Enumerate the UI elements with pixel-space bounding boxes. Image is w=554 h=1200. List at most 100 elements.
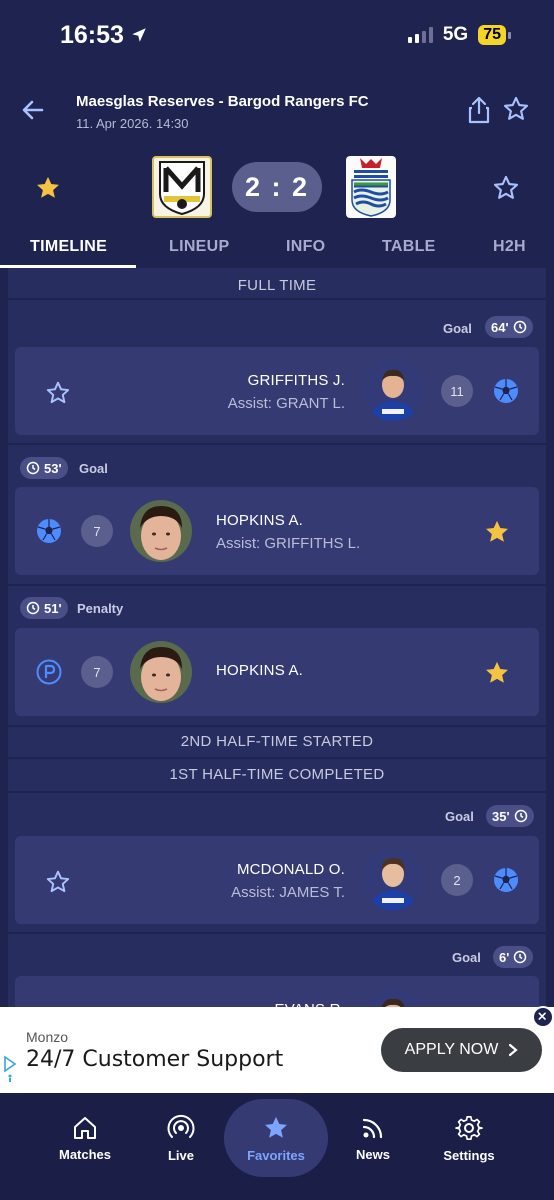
nav-favorites[interactable]: Favorites — [224, 1099, 328, 1177]
nav-live[interactable]: Live — [129, 1099, 233, 1177]
rss-icon — [362, 1118, 383, 1138]
event-type-label: Goal — [79, 461, 108, 476]
minute-badge: 64' — [485, 316, 533, 338]
minute-text: 64' — [491, 319, 509, 335]
divider — [8, 932, 546, 934]
share-icon[interactable] — [466, 95, 492, 125]
football-icon — [494, 868, 518, 892]
minute-text: 35' — [492, 808, 510, 824]
star-icon — [265, 1116, 287, 1138]
star-filled-icon[interactable] — [483, 518, 511, 546]
player-name: MCDONALD O. — [236, 861, 345, 878]
clock-icon — [26, 601, 40, 615]
close-icon[interactable] — [532, 1006, 554, 1028]
ad-banner[interactable]: Monzo 24/7 Customer Support APPLY NOW — [0, 1006, 554, 1093]
away-favorite-star-icon[interactable] — [492, 174, 520, 202]
player-avatar-icon — [362, 359, 424, 421]
tab-timeline[interactable]: TIMELINE — [30, 238, 107, 256]
event-card[interactable]: MCDONALD O. Assist: JAMES T. 2 — [15, 836, 539, 924]
player-photo[interactable] — [362, 848, 424, 910]
live-icon — [167, 1114, 195, 1138]
event-type-label: Penalty — [77, 601, 124, 616]
match-header: Maesglas Reserves - Bargod Rangers FC 11… — [0, 85, 554, 135]
nav-label: Favorites — [247, 1147, 305, 1163]
player-name: GRIFFITHS J. — [247, 372, 345, 389]
nav-label: Matches — [58, 1146, 112, 1162]
nav-label: Live — [167, 1147, 194, 1163]
bottom-navigation: Matches Live Favorites News Settings — [0, 1093, 554, 1200]
player-photo[interactable] — [130, 500, 192, 562]
status-indicators: 5G 75 — [407, 24, 511, 46]
divider — [8, 757, 546, 759]
clock-icon — [26, 461, 40, 475]
minute-badge: 51' — [20, 597, 68, 619]
minute-badge: 35' — [486, 805, 534, 827]
event-card[interactable]: 7 HOPKINS A. Assist: GRIFFITHS L. — [15, 487, 539, 575]
location-arrow-icon — [132, 28, 146, 42]
event-type-label: Goal — [445, 809, 474, 824]
shirt-number: 11 — [441, 375, 473, 407]
minute-text: 6' — [499, 949, 510, 965]
player-photo[interactable] — [130, 641, 192, 703]
minute-badge: 6' — [493, 946, 534, 968]
divider — [8, 443, 546, 445]
star-outline-icon[interactable] — [502, 95, 530, 123]
tab-table[interactable]: TABLE — [382, 238, 436, 256]
nav-matches[interactable]: Matches — [33, 1099, 137, 1177]
player-name: HOPKINS A. — [216, 662, 304, 679]
player-photo[interactable] — [362, 359, 424, 421]
event-card[interactable]: 7 HOPKINS A. — [15, 628, 539, 716]
player-name: HOPKINS A. — [216, 512, 304, 529]
player-avatar-icon — [130, 500, 192, 562]
home-team-crest[interactable] — [152, 156, 212, 218]
player-avatar-icon — [362, 848, 424, 910]
away-team-crest[interactable] — [346, 156, 396, 218]
clock-icon — [513, 320, 526, 334]
event-type-label: Goal — [443, 321, 472, 336]
battery-icon: 75 — [478, 25, 511, 45]
tab-h2h[interactable]: H2H — [493, 238, 526, 256]
nav-news[interactable]: News — [321, 1099, 425, 1177]
chevron-right-icon — [509, 1043, 519, 1057]
shirt-number: 2 — [441, 864, 473, 896]
nav-settings[interactable]: Settings — [417, 1099, 521, 1177]
back-arrow-icon[interactable] — [18, 95, 48, 125]
nav-label: Settings — [443, 1147, 495, 1163]
event-card[interactable]: GRIFFITHS J. Assist: GRANT L. 11 — [15, 347, 539, 435]
battery-level: 75 — [483, 26, 501, 43]
ad-choices-icon[interactable] — [3, 1053, 17, 1083]
scoreboard: 2 : 2 — [0, 150, 554, 225]
maesglas-crest-icon — [159, 161, 205, 216]
star-outline-icon[interactable] — [45, 869, 71, 895]
clock-icon — [514, 809, 527, 823]
match-tabs: TIMELINE LINEUP INFO TABLE H2H — [0, 232, 554, 268]
timeline-list[interactable]: FULL TIME Goal 64' GRIFFITHS J. Assist: … — [8, 268, 546, 1064]
tab-info[interactable]: INFO — [286, 238, 325, 256]
assist-text: Assist: JAMES T. — [231, 884, 345, 901]
full-time-banner: FULL TIME — [237, 277, 317, 294]
gear-icon — [455, 1115, 483, 1140]
minute-text: 51' — [44, 600, 62, 616]
tab-lineup[interactable]: LINEUP — [169, 238, 229, 256]
player-avatar-icon — [130, 641, 192, 703]
match-title: Maesglas Reserves - Bargod Rangers FC — [76, 93, 369, 110]
divider — [8, 584, 546, 586]
star-outline-icon[interactable] — [45, 380, 71, 406]
apply-now-label: APPLY NOW — [404, 1041, 499, 1058]
event-type-label: Goal — [452, 950, 481, 965]
shirt-number: 7 — [81, 656, 113, 688]
penalty-icon — [36, 659, 62, 685]
clock-icon — [514, 950, 527, 964]
shirt-number: 7 — [81, 515, 113, 547]
score-display: 2 : 2 — [232, 162, 322, 212]
home-favorite-star-icon[interactable] — [34, 174, 62, 202]
assist-text: Assist: GRANT L. — [227, 395, 345, 412]
divider — [8, 791, 546, 793]
minute-text: 53' — [44, 460, 62, 476]
bargod-rangers-crest-icon — [351, 158, 391, 217]
first-half-completed-banner: 1ST HALF-TIME COMPLETED — [169, 766, 385, 783]
star-filled-icon[interactable] — [483, 659, 511, 687]
apply-now-button[interactable]: APPLY NOW — [381, 1028, 542, 1072]
assist-text: Assist: GRIFFITHS L. — [216, 535, 361, 552]
status-time: 16:53 — [60, 21, 148, 50]
